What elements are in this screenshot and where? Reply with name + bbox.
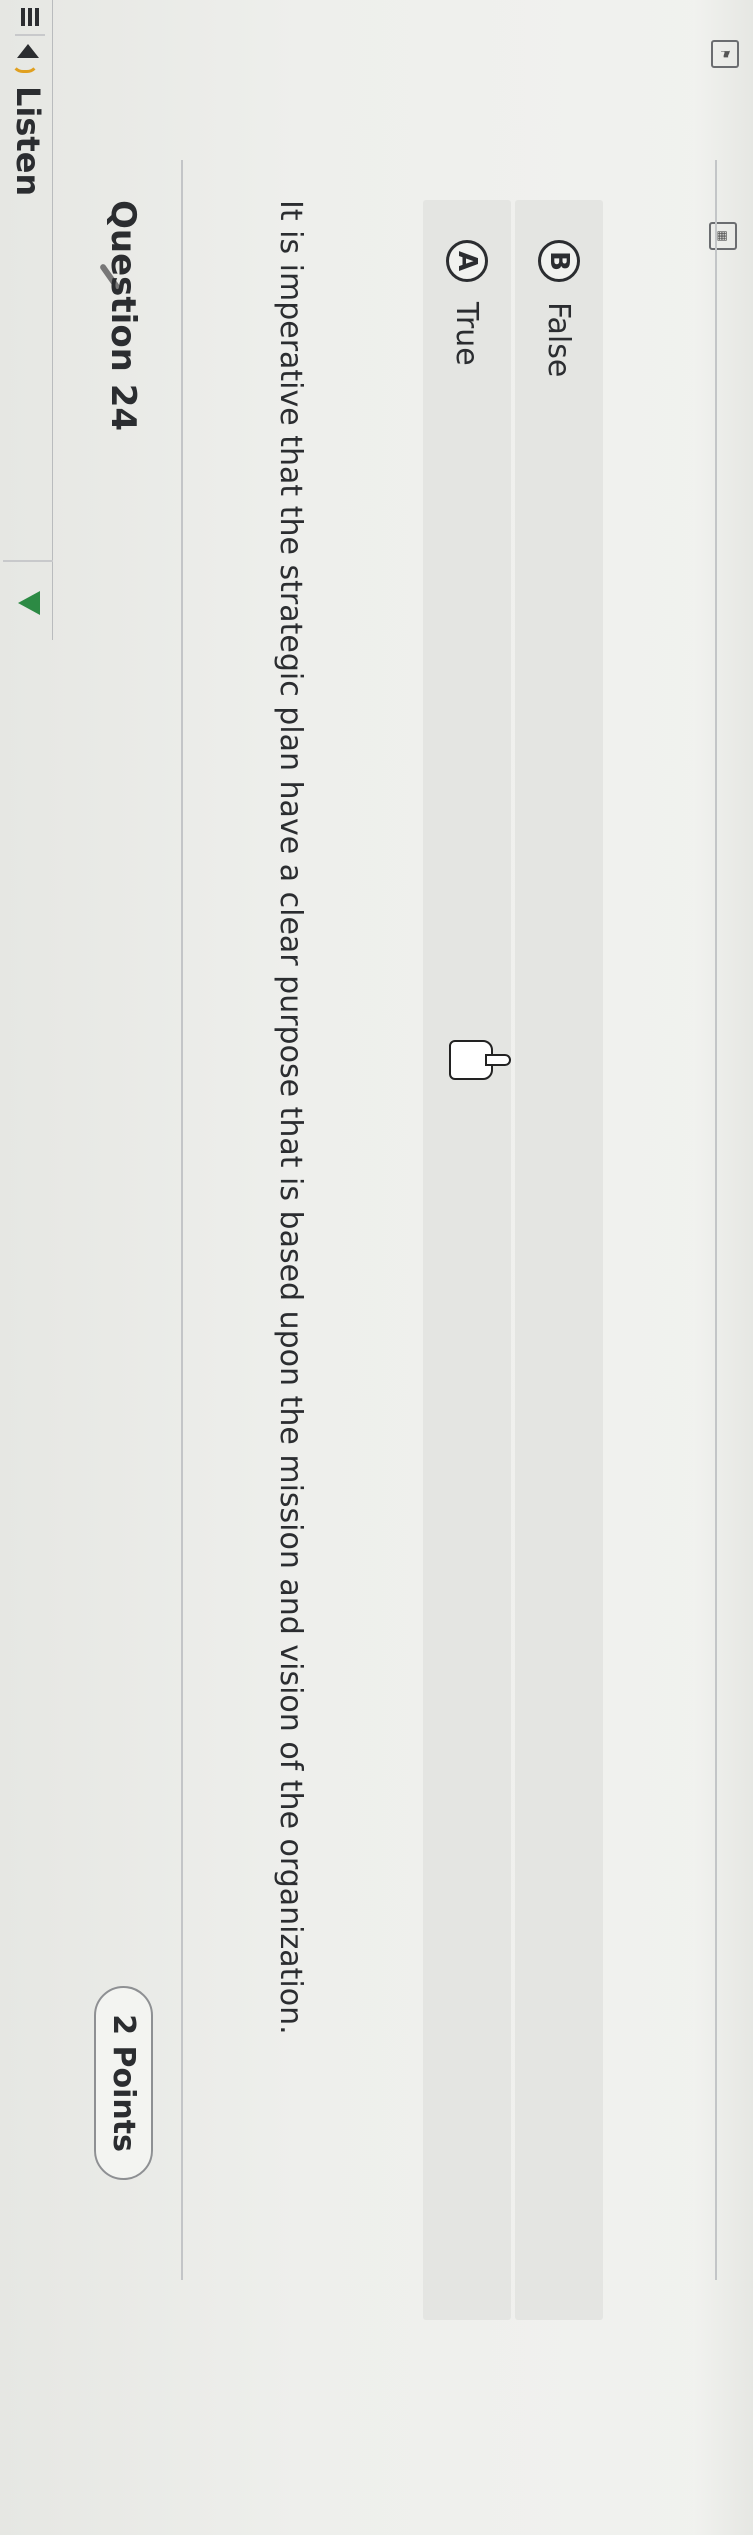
toolbar: Listen	[0, 0, 53, 660]
calculator-icon[interactable]: ▦	[709, 222, 737, 250]
option-label-false: False	[541, 302, 577, 378]
bottom-divider	[715, 160, 717, 2280]
option-true[interactable]: A True	[423, 200, 511, 2320]
speaker-icon	[13, 40, 43, 74]
option-letter-b: B	[538, 240, 580, 282]
flag-icon[interactable]: ⚑	[711, 40, 739, 68]
play-button[interactable]	[3, 560, 53, 652]
question-header: Question 24 2 Points	[63, 200, 153, 2180]
question-title: Question 24	[103, 200, 143, 432]
left-tool-strip	[693, 0, 753, 2535]
question-text: It is imperative that the strategic plan…	[273, 200, 308, 2035]
option-false[interactable]: B False	[515, 200, 603, 2320]
hand-cursor-icon	[449, 1040, 493, 1080]
option-label-true: True	[449, 302, 485, 366]
quiz-page: ⚑ ▦ Listen Question 24 2 Points It is im…	[0, 0, 753, 2535]
option-letter-a: A	[446, 240, 488, 282]
listen-button[interactable]: Listen	[3, 40, 53, 560]
points-badge: 2 Points	[94, 1986, 153, 2180]
header-divider	[181, 160, 183, 2280]
listen-label: Listen	[9, 86, 47, 197]
hamburger-icon[interactable]	[15, 0, 45, 36]
answer-options: A True B False	[383, 200, 603, 2350]
